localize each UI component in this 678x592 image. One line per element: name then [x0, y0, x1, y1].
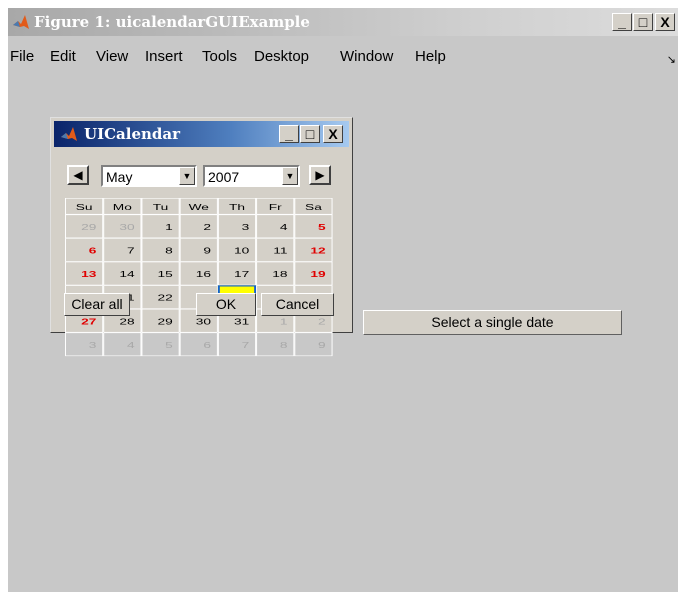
ok-button[interactable]: OK	[196, 293, 256, 316]
month-dropdown-arrow-icon[interactable]: ▼	[179, 167, 195, 185]
minimize-button[interactable]: _	[612, 13, 632, 31]
weekday-header: Mo	[103, 198, 142, 215]
day-cell[interactable]: 1	[141, 214, 180, 239]
calendar-maximize-button[interactable]: □	[300, 125, 320, 143]
month-select[interactable]: May ▼	[101, 165, 197, 187]
day-cell[interactable]: 3	[65, 332, 104, 357]
day-cell[interactable]: 6	[179, 332, 218, 357]
year-value: 2007	[208, 169, 240, 185]
day-cell[interactable]: 5	[141, 332, 180, 357]
month-value: May	[106, 169, 133, 185]
day-cell[interactable]: 4	[103, 332, 142, 357]
weekday-header: Tu	[141, 198, 180, 215]
day-cell[interactable]: 7	[217, 332, 257, 357]
day-cell[interactable]: 10	[217, 238, 257, 262]
day-cell[interactable]: 29	[65, 214, 104, 239]
chevron-right-icon: ▶	[315, 168, 325, 182]
figure-title-bar: Figure 1: uicalendarGUIExample _ □ X	[8, 8, 678, 36]
calendar-dialog: UICalendar _ □ X ◀ May ▼ 2007 ▼ ▶ Su Mo Tu…	[50, 117, 353, 357]
day-cell[interactable]: 9	[294, 332, 333, 357]
calendar-title: UICalendar	[84, 125, 181, 143]
matlab-logo-icon	[13, 15, 29, 29]
menu-edit[interactable]: Edit	[50, 48, 76, 65]
maximize-button[interactable]: □	[633, 13, 653, 31]
matlab-logo-icon	[61, 127, 77, 141]
cancel-button[interactable]: Cancel	[261, 293, 334, 316]
day-cell[interactable]: 4	[256, 214, 295, 239]
day-cell[interactable]: 22	[141, 285, 180, 309]
figure-title: Figure 1: uicalendarGUIExample	[34, 13, 310, 31]
calendar-title-bar: UICalendar _ □ X	[54, 121, 349, 147]
day-cell[interactable]: 13	[65, 261, 104, 286]
close-button[interactable]: X	[655, 13, 675, 31]
prev-month-button[interactable]: ◀	[67, 165, 89, 185]
day-cell[interactable]: 9	[179, 238, 218, 262]
clear-all-button[interactable]: Clear all	[64, 293, 130, 316]
weekday-header: Sa	[294, 198, 333, 215]
day-cell[interactable]: 7	[103, 238, 142, 262]
day-cell[interactable]: 5	[294, 214, 333, 239]
day-cell[interactable]: 17	[217, 261, 257, 286]
menu-tools[interactable]: Tools	[202, 48, 237, 65]
day-cell[interactable]: 11	[256, 238, 295, 262]
day-cell[interactable]: 30	[103, 214, 142, 239]
day-cell[interactable]: 16	[179, 261, 218, 286]
year-dropdown-arrow-icon[interactable]: ▼	[282, 167, 298, 185]
day-cell[interactable]: 8	[256, 332, 295, 357]
menu-window[interactable]: Window	[340, 48, 393, 65]
day-cell[interactable]: 6	[65, 238, 104, 262]
day-cell[interactable]: 8	[141, 238, 180, 262]
menu-help[interactable]: Help	[415, 48, 446, 65]
day-cell[interactable]: 2	[179, 214, 218, 239]
menu-insert[interactable]: Insert	[145, 48, 183, 65]
day-cell[interactable]: 12	[294, 238, 333, 262]
day-cell[interactable]: 15	[141, 261, 180, 286]
weekday-header: Su	[65, 198, 104, 215]
menu-view[interactable]: View	[96, 48, 128, 65]
weekday-header: We	[179, 198, 218, 215]
weekday-header: Fr	[256, 198, 295, 215]
calendar-close-button[interactable]: X	[323, 125, 343, 143]
select-single-date-button[interactable]: Select a single date	[363, 310, 622, 335]
menu-file[interactable]: File	[10, 48, 34, 65]
menu-desktop[interactable]: Desktop	[254, 48, 309, 65]
menu-bar: File Edit View Insert Tools Desktop Wind…	[8, 45, 678, 67]
day-cell[interactable]: 3	[217, 214, 257, 239]
day-cell[interactable]: 14	[103, 261, 142, 286]
day-cell[interactable]: 18	[256, 261, 295, 286]
next-month-button[interactable]: ▶	[309, 165, 331, 185]
calendar-minimize-button[interactable]: _	[279, 125, 299, 143]
day-cell[interactable]: 29	[141, 308, 180, 333]
day-cell[interactable]: 19	[294, 261, 333, 286]
dock-arrow-icon[interactable]: ↘	[667, 53, 676, 66]
chevron-left-icon: ◀	[73, 168, 83, 182]
year-select[interactable]: 2007 ▼	[203, 165, 300, 187]
weekday-header: Th	[217, 198, 257, 215]
